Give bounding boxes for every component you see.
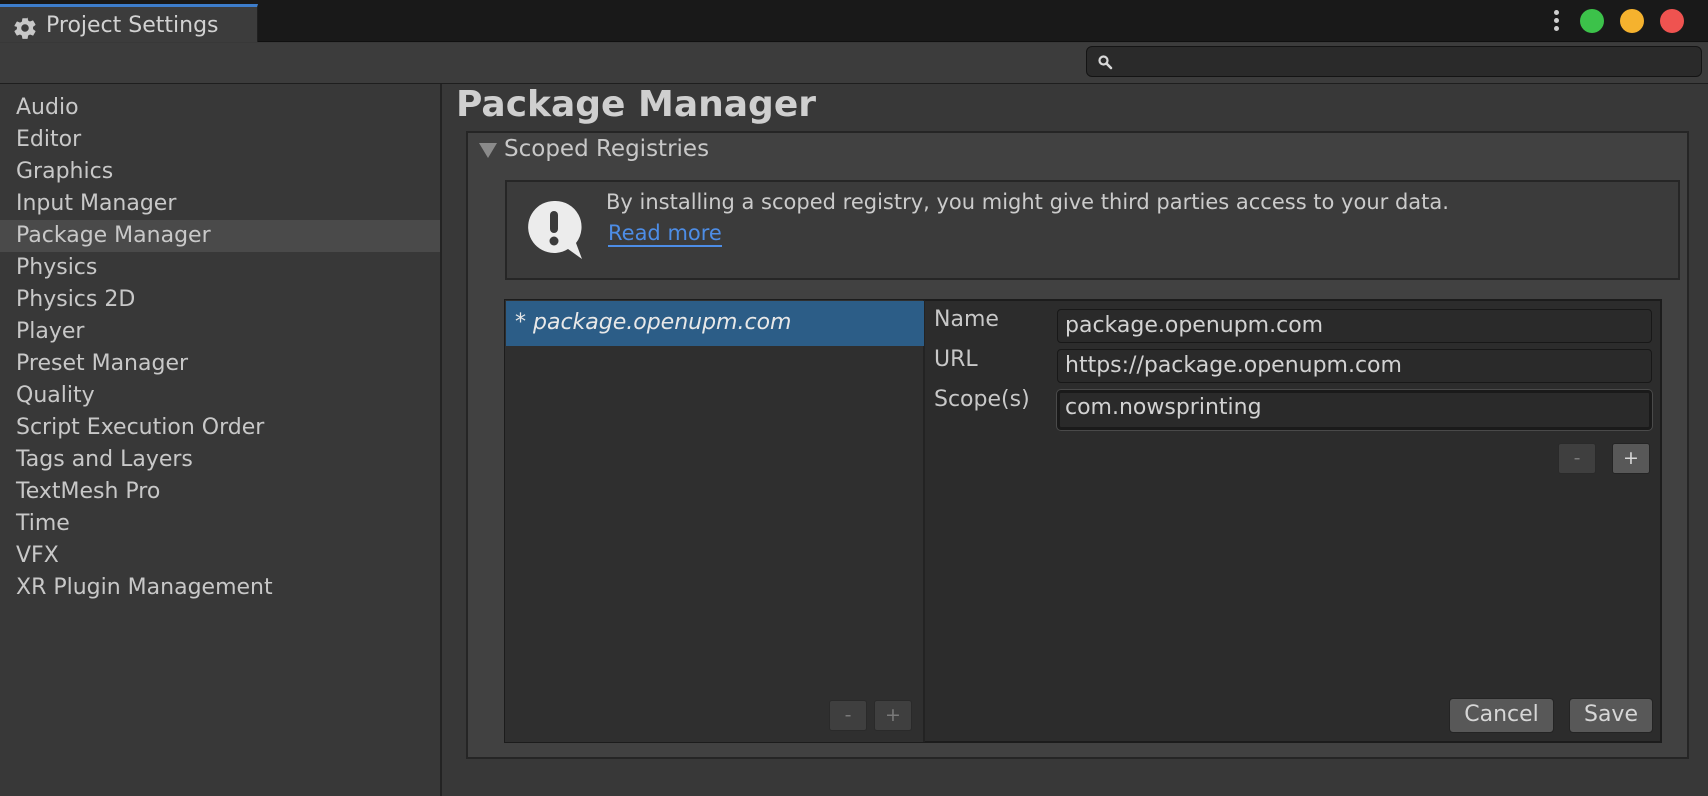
sidebar-item-script-execution-order[interactable]: Script Execution Order <box>0 412 440 444</box>
window-title: Project Settings <box>46 13 219 38</box>
sidebar-item-player[interactable]: Player <box>0 316 440 348</box>
search-toolbar <box>0 43 1708 84</box>
add-registry-button[interactable]: + <box>874 700 912 731</box>
sidebar-item-physics-2d[interactable]: Physics 2D <box>0 284 440 316</box>
sidebar-item-tags-and-layers[interactable]: Tags and Layers <box>0 444 440 476</box>
cancel-button[interactable]: Cancel <box>1449 698 1554 733</box>
warning-text: By installing a scoped registry, you mig… <box>606 190 1449 214</box>
close-button[interactable] <box>1660 9 1684 33</box>
url-field[interactable]: https://package.openupm.com <box>1057 349 1652 383</box>
add-scope-button[interactable]: + <box>1612 443 1650 474</box>
search-input[interactable] <box>1121 49 1691 74</box>
url-label: URL <box>934 347 978 372</box>
minimize-button[interactable] <box>1620 9 1644 33</box>
sidebar-item-textmesh-pro[interactable]: TextMesh Pro <box>0 476 440 508</box>
exclamation-bubble-icon <box>528 200 582 259</box>
registry-list <box>505 300 925 742</box>
sidebar-item-quality[interactable]: Quality <box>0 380 440 412</box>
remove-registry-button[interactable]: - <box>829 700 867 731</box>
sidebar-item-xr-plugin-management[interactable]: XR Plugin Management <box>0 572 440 604</box>
name-label: Name <box>934 307 999 332</box>
sidebar-item-graphics[interactable]: Graphics <box>0 156 440 188</box>
foldout-title[interactable]: Scoped Registries <box>504 136 709 162</box>
page-title: Package Manager <box>456 84 816 125</box>
sidebar-item-physics[interactable]: Physics <box>0 252 440 284</box>
sidebar-item-preset-manager[interactable]: Preset Manager <box>0 348 440 380</box>
read-more-link[interactable]: Read more <box>608 221 722 247</box>
sidebar-item-editor[interactable]: Editor <box>0 124 440 156</box>
sidebar-item-audio[interactable]: Audio <box>0 92 440 124</box>
scope-field[interactable]: com.nowsprinting <box>1057 390 1652 430</box>
maximize-button[interactable] <box>1580 9 1604 33</box>
search-box[interactable] <box>1086 46 1702 77</box>
search-icon <box>1098 55 1113 70</box>
name-field[interactable]: package.openupm.com <box>1057 309 1652 343</box>
scopes-label: Scope(s) <box>934 387 1030 412</box>
title-bar: Project Settings <box>0 0 1708 42</box>
window-tab[interactable]: Project Settings <box>0 4 258 42</box>
gear-icon <box>14 17 36 39</box>
registry-list-item[interactable]: * package.openupm.com <box>506 301 924 346</box>
foldout-expanded-icon[interactable] <box>479 143 497 158</box>
sidebar-item-time[interactable]: Time <box>0 508 440 540</box>
sidebar-item-vfx[interactable]: VFX <box>0 540 440 572</box>
sidebar-item-input-manager[interactable]: Input Manager <box>0 188 440 220</box>
sidebar-item-package-manager[interactable]: Package Manager <box>0 220 440 252</box>
save-button[interactable]: Save <box>1569 698 1653 733</box>
more-vertical-icon[interactable] <box>1549 8 1563 34</box>
remove-scope-button[interactable]: - <box>1558 443 1596 474</box>
